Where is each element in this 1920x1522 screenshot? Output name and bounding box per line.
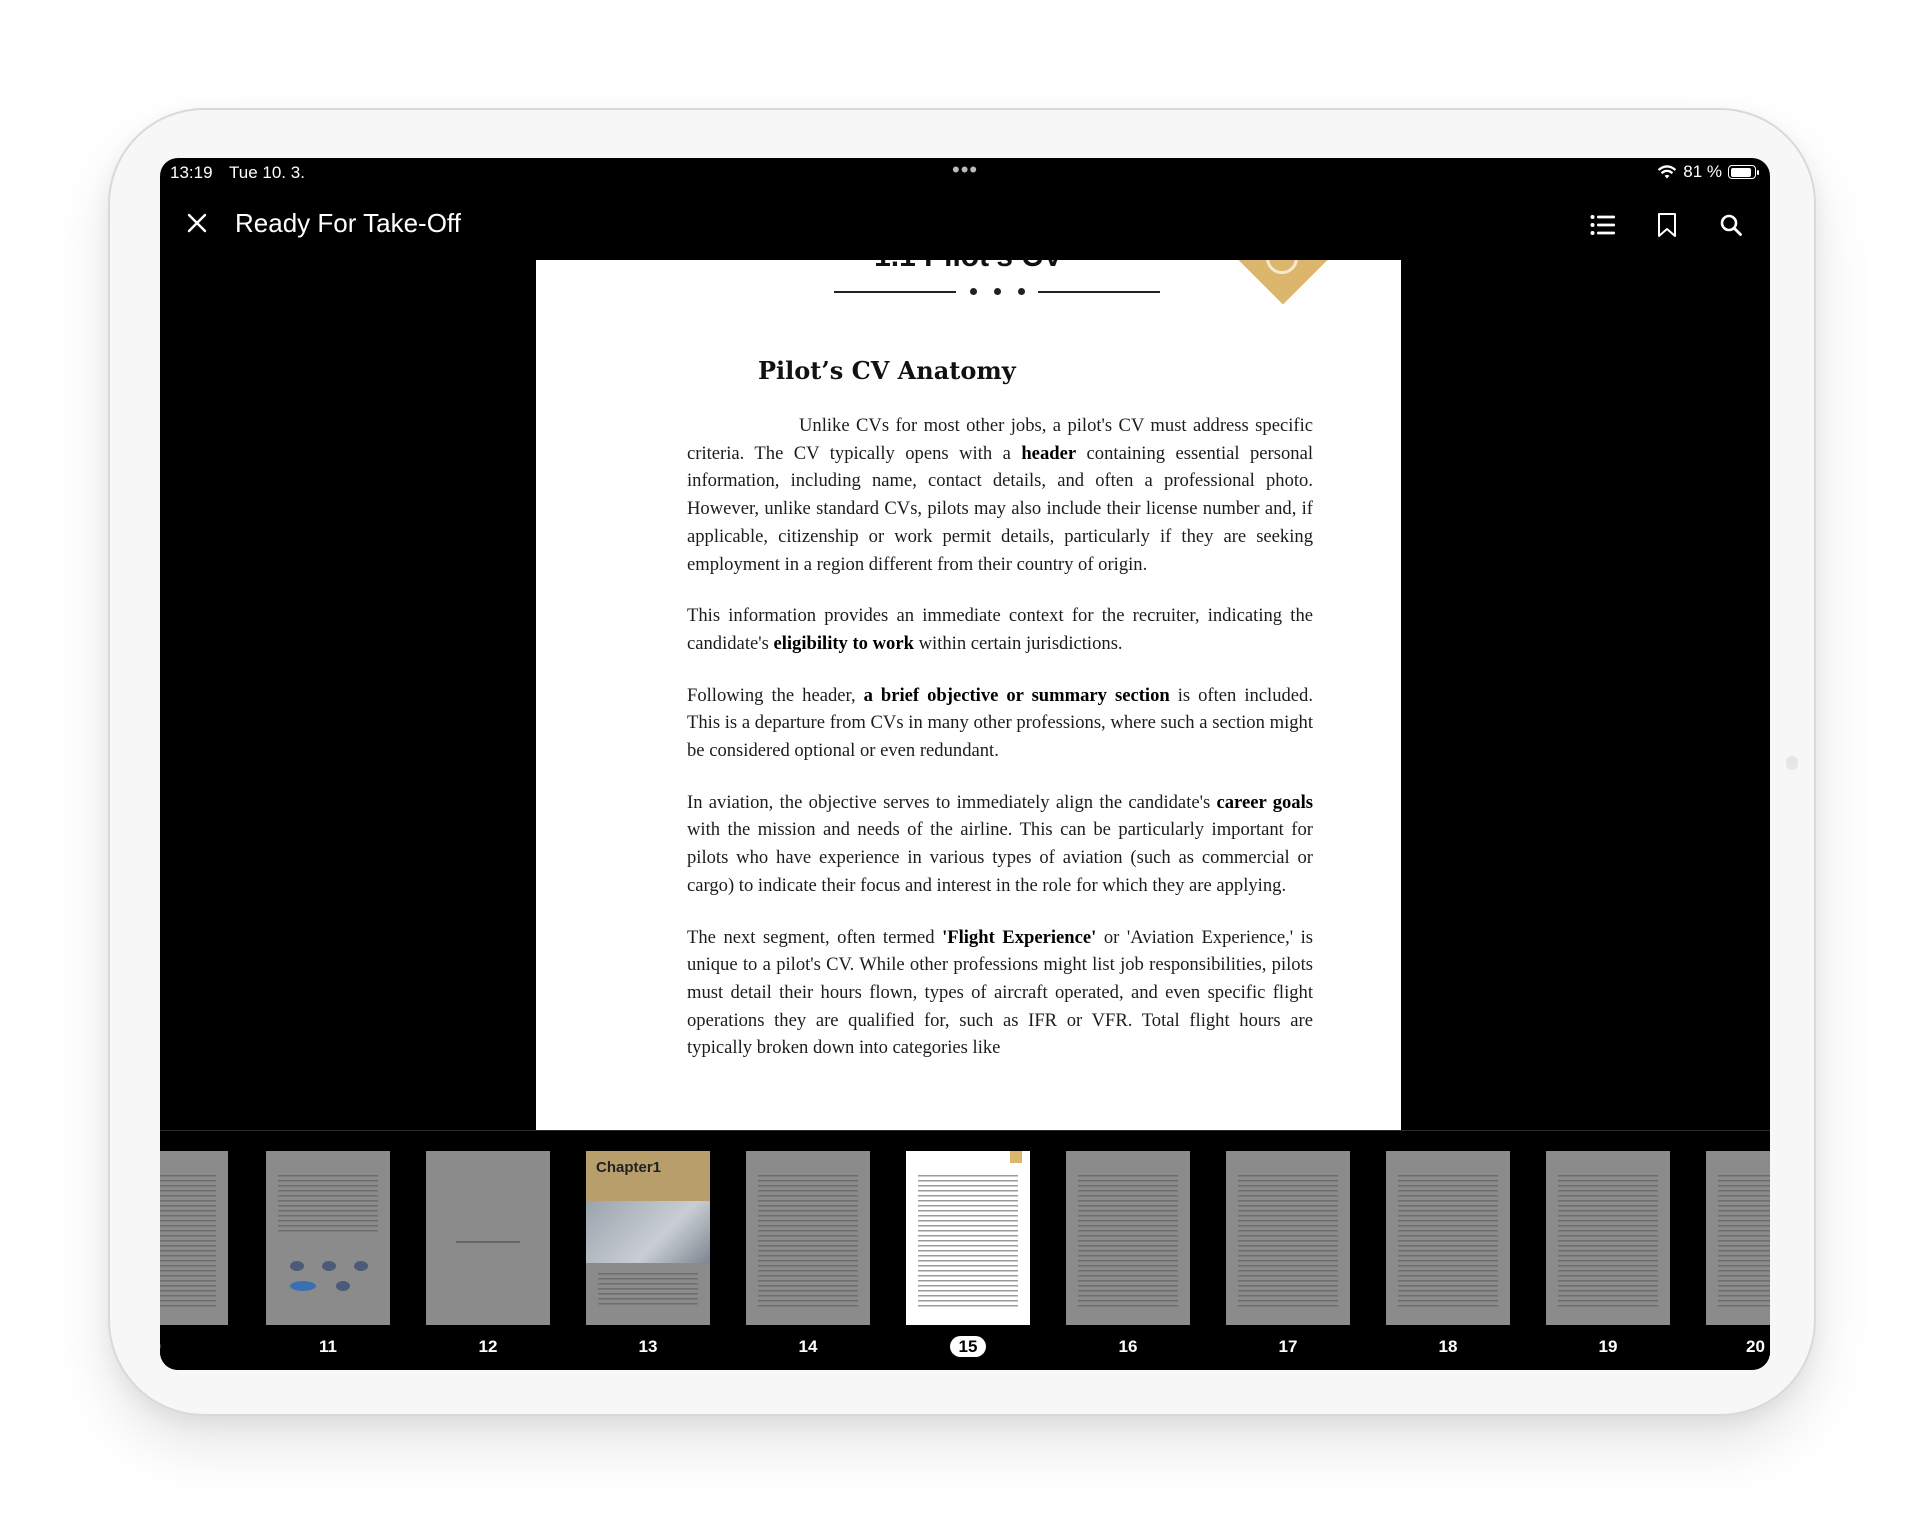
paragraph: Following the header, a brief objective … [687,684,1313,762]
thumbnail-label: 10 [160,1337,161,1356]
close-icon [187,213,207,233]
status-bar: 13:19 Tue 10. 3. ••• 81 % [160,158,1770,188]
thumbnail-label-active: 15 [949,1336,987,1357]
list-icon [1590,215,1615,235]
thumbnail-page-15[interactable]: 15 [906,1151,1030,1357]
wifi-icon [1658,164,1677,178]
table-of-contents-button[interactable] [1582,204,1624,246]
thumbnail-page-16[interactable]: 16 [1066,1151,1190,1356]
chapter-heading: 1.1 Pilot's CV [536,260,1401,274]
battery-icon [1728,165,1759,179]
thumbnail-page-19[interactable]: 19 [1546,1151,1670,1356]
nav-actions [1582,204,1752,246]
thumbnail-page-17[interactable]: 17 [1226,1151,1350,1356]
thumbnail-label: 19 [1598,1337,1618,1356]
thumbnail-label: 11 [319,1337,337,1356]
section-title: Pilot’s CV Anatomy [758,356,1016,385]
chapter-thumb-title: Chapter1 [596,1159,662,1176]
thumbnail-label: 13 [638,1337,658,1356]
thumbnail-page-10[interactable]: 10 [160,1151,228,1356]
paragraph: This information provides an immediate c… [687,605,1313,654]
status-time: 13:19 [170,163,213,182]
logos-graphic [284,1257,374,1301]
thumbnail-page-18[interactable]: 18 [1386,1151,1510,1356]
thumbnail-page-14[interactable]: 14 [746,1151,870,1356]
multitasking-dots-icon[interactable]: ••• [952,159,978,181]
bookmark-button[interactable] [1646,204,1688,246]
status-date: Tue 10. 3. [229,163,305,182]
thumbnail-label: 14 [798,1337,818,1356]
thumbnail-page-13[interactable]: Chapter1 13 [586,1151,710,1356]
bookmark-icon [1658,213,1676,237]
nav-bar: Ready For Take-Off [160,188,1770,258]
document-page[interactable]: 1.1 Pilot's CV Pilot’s CV Anatomy Unlike… [536,260,1401,1130]
thumbnail-label: 12 [478,1337,498,1356]
paragraph: In aviation, the objective serves to imm… [687,791,1313,896]
body-text: Unlike CVs for most other jobs, a pilot'… [687,412,1313,1086]
document-title: Ready For Take-Off [235,208,461,238]
thumbnail-label: 20 [1746,1337,1765,1356]
thumbnail-label: 17 [1278,1337,1298,1356]
heading-ornament [834,286,1160,298]
side-button [1786,756,1798,770]
thumbnail-label: 16 [1118,1337,1138,1356]
status-right: 81 % [1657,162,1759,182]
page-thumbnail-strip[interactable]: 10 11 12 Chapter1 [160,1130,1770,1370]
thumbnail-label: 18 [1438,1337,1458,1356]
search-icon [1720,214,1742,236]
chapter-thumb-photo [586,1201,710,1263]
paragraph: The next segment, often termed 'Flight E… [687,926,1314,1059]
search-button[interactable] [1710,204,1752,246]
thumbnail-page-20[interactable]: 20 [1706,1151,1770,1356]
reader-screen: 13:19 Tue 10. 3. ••• 81 % Ready For Take… [160,158,1770,1370]
paragraph: Unlike CVs for most other jobs, a pilot'… [687,415,1313,575]
thumbnail-page-11[interactable]: 11 [266,1151,390,1356]
close-button[interactable] [180,206,214,240]
battery-percent: 81 % [1683,162,1722,181]
thumbnail-page-12[interactable]: 12 [426,1151,550,1356]
